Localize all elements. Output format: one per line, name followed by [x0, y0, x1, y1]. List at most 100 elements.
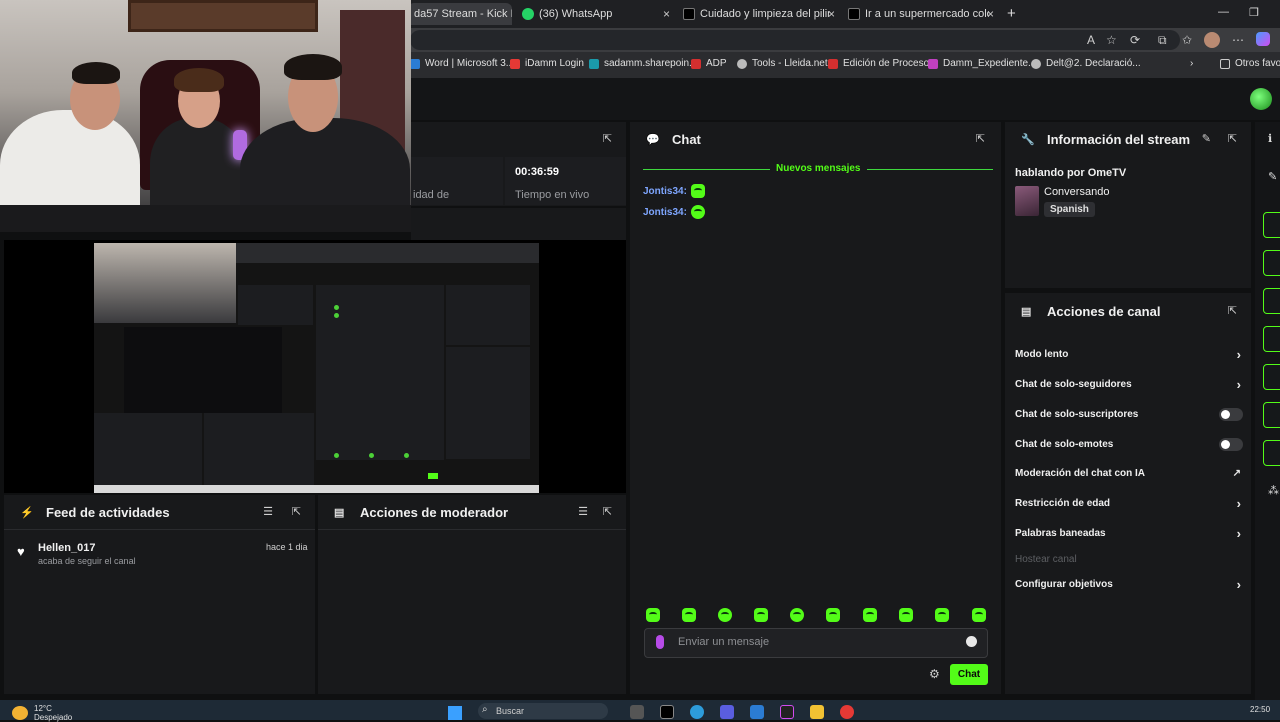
emotes-only-toggle[interactable] [1219, 437, 1243, 451]
action-label: Restricción de edad [1015, 497, 1111, 509]
popout-icon[interactable]: ⇱ [1228, 304, 1237, 317]
sharepoint-icon [589, 58, 599, 69]
emote-icon[interactable] [646, 608, 660, 622]
emote-icon[interactable] [935, 608, 949, 622]
read-aloud-icon[interactable]: A [1087, 33, 1095, 47]
filter-icon[interactable]: ☰ [578, 505, 588, 518]
document-icon: ▤ [1021, 305, 1032, 318]
panel-title: Chat [672, 131, 701, 147]
tool-button[interactable] [1263, 402, 1280, 428]
tab-tiktok-2[interactable]: Ir a un supermercado colombiano × [842, 3, 998, 25]
tab-whatsapp[interactable]: (36) WhatsApp × [516, 3, 674, 25]
chat-username[interactable]: Jontis34 [643, 186, 684, 197]
fav-item[interactable]: sadamm.sharepoin... [589, 58, 697, 69]
adobe-icon[interactable] [780, 705, 794, 719]
emote-icon[interactable] [682, 608, 696, 622]
tool-button[interactable] [1263, 250, 1280, 276]
emote-icon[interactable] [899, 608, 913, 622]
chat-username[interactable]: Jontis34 [643, 207, 684, 218]
filter-icon[interactable]: ☰ [263, 505, 273, 518]
tab-tiktok-1[interactable]: Cuidado y limpieza del pilin para h × [677, 3, 839, 25]
edit-pencil-icon[interactable]: ✎ [1268, 170, 1277, 183]
extensions-icon[interactable]: ⟳ [1130, 33, 1140, 47]
chevron-right-icon[interactable]: › [1190, 58, 1193, 69]
teams-icon[interactable] [720, 705, 734, 719]
more-icon[interactable]: ⁂ [1268, 484, 1279, 497]
copilot-icon[interactable] [1256, 32, 1270, 46]
popout-icon[interactable]: ⇱ [603, 505, 612, 518]
action-age-restriction[interactable]: Restricción de edad › [1015, 494, 1243, 512]
emote-icon[interactable] [790, 608, 804, 622]
popout-icon[interactable]: ⇱ [292, 505, 301, 518]
fav-item[interactable]: Tools - Lleida.net [737, 58, 828, 69]
windows-start-icon[interactable] [448, 706, 462, 720]
profile-avatar[interactable] [1204, 32, 1220, 48]
user-avatar[interactable] [1250, 88, 1272, 110]
new-tab-button[interactable]: + [1007, 5, 1016, 22]
gear-icon[interactable]: ⚙ [929, 667, 940, 681]
tool-button[interactable] [1263, 326, 1280, 352]
microphone-icon[interactable] [656, 635, 664, 649]
fav-item[interactable]: Word | Microsoft 3... [410, 58, 514, 69]
fav-item[interactable]: ADP [691, 58, 727, 69]
emote-icon[interactable] [718, 608, 732, 622]
fav-item[interactable]: iDamm Login [510, 58, 584, 69]
split-screen-icon[interactable]: ⧉ [1158, 33, 1167, 48]
action-label: Modo lento [1015, 348, 1069, 360]
feed-username[interactable]: Hellen_017 [38, 542, 95, 554]
stream-category[interactable]: Conversando [1044, 186, 1109, 198]
action-configure-goals[interactable]: Configurar objetivos › [1015, 575, 1243, 593]
stream-info-panel: 🔧 Información del stream ✎ ⇱ [1005, 122, 1251, 288]
store-icon[interactable] [750, 705, 764, 719]
url-field[interactable] [410, 30, 1180, 50]
favorite-star-icon[interactable]: ☆ [1106, 33, 1117, 47]
minimize-icon[interactable]: — [1218, 6, 1229, 18]
send-chat-button[interactable]: Chat [950, 664, 988, 685]
panel-header: ▤ Acciones de canal [1005, 293, 1251, 329]
file-explorer-icon[interactable] [810, 705, 824, 719]
tool-button[interactable] [1263, 212, 1280, 238]
tool-button[interactable] [1263, 440, 1280, 466]
action-ai-moderation[interactable]: Moderación del chat con IA ↗ [1015, 464, 1243, 482]
tiktok-icon [683, 8, 695, 20]
heart-icon: ♥ [17, 544, 25, 559]
action-slow-mode[interactable]: Modo lento › [1015, 345, 1243, 363]
action-followers-only[interactable]: Chat de solo-seguidores › [1015, 375, 1243, 393]
close-tab-icon[interactable]: × [828, 7, 835, 21]
popout-icon[interactable]: ⇱ [1228, 132, 1237, 145]
fav-item[interactable]: Delt@2. Declaració... [1031, 58, 1141, 69]
restore-icon[interactable]: ❐ [1249, 6, 1259, 19]
popout-icon[interactable]: ⇱ [603, 132, 612, 145]
globe-icon [737, 58, 747, 69]
emote-icon[interactable] [972, 608, 986, 622]
task-view-icon[interactable] [630, 705, 644, 719]
weather-icon [12, 706, 28, 720]
taskbar-search[interactable]: ⌕ Buscar [478, 703, 608, 719]
chrome-icon[interactable] [840, 705, 854, 719]
edge-icon[interactable] [690, 705, 704, 719]
emote-icon[interactable] [863, 608, 877, 622]
process-icon [828, 58, 838, 69]
close-tab-icon[interactable]: × [987, 7, 994, 21]
more-menu-icon[interactable]: ⋯ [1232, 33, 1244, 47]
tab-kick-stream[interactable]: da57 Stream - Kick Da [408, 3, 512, 25]
favorites-icon[interactable]: ✩ [1182, 33, 1192, 47]
other-favorites[interactable]: Otros favorit [1220, 58, 1280, 69]
edit-pencil-icon[interactable]: ✎ [1202, 132, 1211, 145]
fav-item[interactable]: Damm_Expediente... [928, 58, 1036, 69]
emoji-picker-icon[interactable] [966, 636, 977, 647]
tool-button[interactable] [1263, 364, 1280, 390]
panel-title: Acciones de canal [1047, 303, 1161, 319]
stream-tag: Spanish [1044, 202, 1095, 217]
tool-button[interactable] [1263, 288, 1280, 314]
weather-widget[interactable]: 12°C Despejado [34, 704, 72, 722]
subscribers-only-toggle[interactable] [1219, 407, 1243, 421]
tiktok-icon[interactable] [660, 705, 674, 719]
popout-icon[interactable]: ⇱ [976, 132, 985, 145]
emote-icon[interactable] [826, 608, 840, 622]
close-tab-icon[interactable]: × [663, 7, 670, 21]
info-icon[interactable]: ℹ [1268, 132, 1272, 145]
action-banned-words[interactable]: Palabras baneadas › [1015, 524, 1243, 542]
emote-icon[interactable] [754, 608, 768, 622]
fav-item[interactable]: Edición de Proceso [828, 58, 929, 69]
